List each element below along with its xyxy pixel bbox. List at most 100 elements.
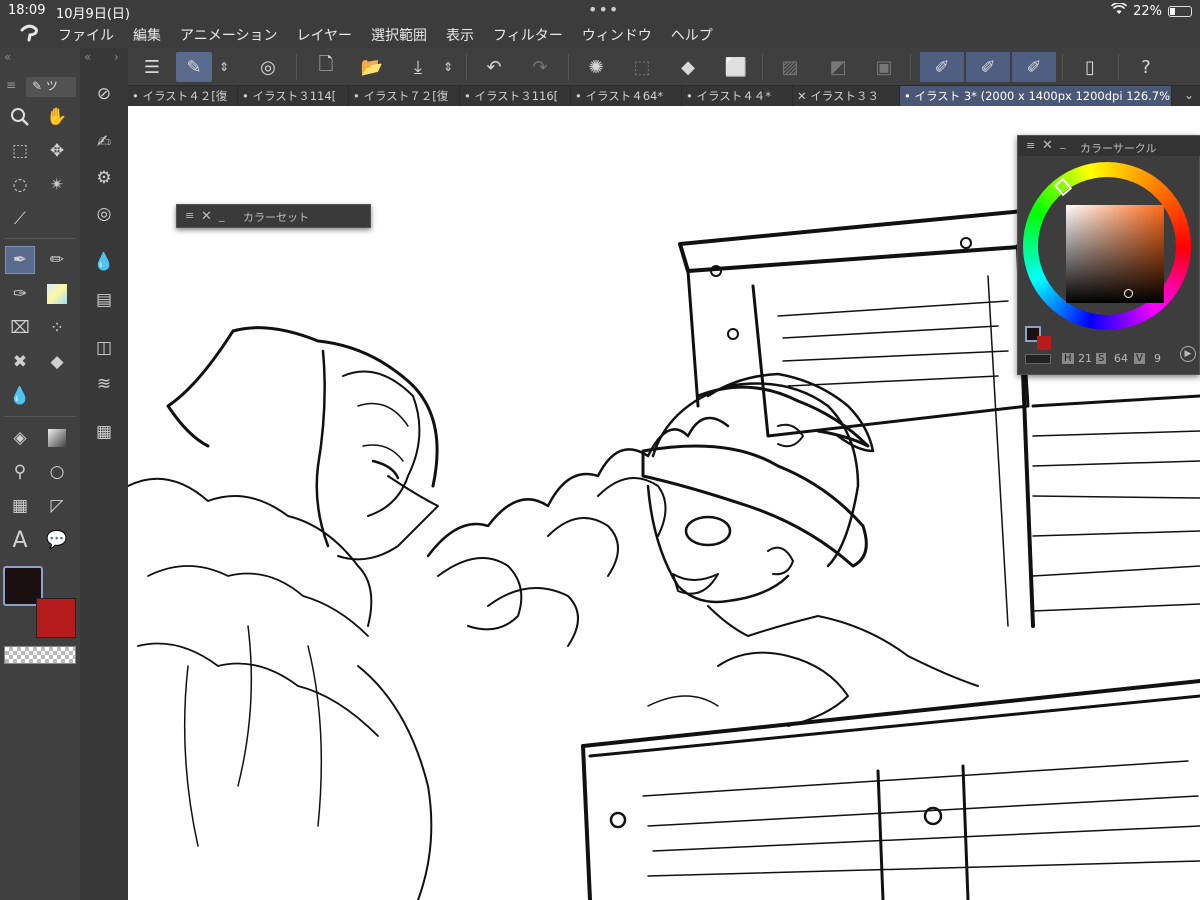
airbrush-tool-icon[interactable]: ⌧ [5, 314, 35, 342]
selection-border-icon[interactable]: ▣ [866, 52, 902, 82]
expand-icon[interactable]: › [114, 50, 119, 64]
filmstrip-icon[interactable]: ▤ [89, 286, 119, 314]
menu-file[interactable]: ファイル [58, 25, 114, 45]
stabilizer-icon[interactable]: ◎ [89, 200, 119, 228]
clear-icon[interactable]: ⬚ [624, 52, 660, 82]
loading-spinner-icon[interactable]: ✺ [578, 52, 614, 82]
snap-special-ruler-icon[interactable]: ✐ [966, 52, 1010, 82]
smartphone-icon[interactable]: ▯ [1072, 52, 1108, 82]
figure-tool-icon[interactable]: ⚲ [5, 458, 35, 486]
brush-settings-icon[interactable]: ⚙ [89, 164, 119, 192]
doc-tab[interactable]: • イラスト７２[復 [349, 86, 460, 106]
decoration-tool-icon[interactable] [42, 280, 72, 308]
transparent-color-swatch[interactable] [4, 646, 76, 664]
deselect-icon[interactable]: ▨ [772, 52, 808, 82]
fill-tool-icon[interactable]: ◈ [5, 424, 35, 452]
menu-help[interactable]: ヘルプ [671, 25, 713, 45]
collapse-right-icon[interactable]: « [84, 50, 91, 64]
zoom-tool-icon[interactable] [5, 103, 35, 131]
frame-tool-icon[interactable]: ▦ [5, 492, 35, 520]
pencil-tool-icon[interactable]: ✏ [42, 246, 72, 274]
close-icon[interactable]: ✕ [201, 209, 212, 224]
menu-layer[interactable]: レイヤー [296, 25, 352, 45]
color-set-panel[interactable]: ≡ ✕ _ カラーセット [176, 204, 371, 228]
move-layer-tool-icon[interactable]: ✥ [42, 137, 72, 165]
gradient-tool-icon[interactable] [42, 424, 72, 452]
color-wheel-title: カラーサークル [1080, 142, 1157, 155]
ruler-tool-icon[interactable]: ◸ [42, 492, 72, 520]
menu-window[interactable]: ウィンドウ [582, 25, 652, 45]
doc-tab[interactable]: • イラスト４２[復 [128, 86, 238, 106]
tool-palette-tab[interactable]: ✎ ツ [26, 77, 76, 97]
hand-tool-icon[interactable]: ✋ [42, 103, 72, 131]
invert-selection-icon[interactable]: ◩ [820, 52, 856, 82]
menu-animation[interactable]: アニメーション [180, 25, 277, 45]
eyedropper-tool-icon[interactable]: ⟋ [5, 205, 35, 233]
minimize-icon[interactable]: _ [219, 209, 225, 222]
snap-ruler-icon[interactable]: ✐ [920, 52, 964, 82]
material-icon[interactable]: ▦ [89, 418, 119, 446]
color-wheel-header[interactable]: ≡ ✕ _ カラーサークル [1018, 136, 1200, 156]
tool-palette-tab-label: ツ [45, 79, 58, 93]
lasso-tool-icon[interactable]: ◌ [5, 171, 35, 199]
help-icon[interactable]: ? [1128, 52, 1164, 82]
doc-tab[interactable]: • イラスト３116[ [460, 86, 571, 106]
battery-percent: 22% [1133, 3, 1162, 19]
brush-tool-icon[interactable]: ✑ [5, 280, 35, 308]
sub-color-mini-swatch[interactable] [1037, 336, 1051, 350]
app-logo-icon[interactable] [0, 23, 58, 48]
menu-selection[interactable]: 選択範囲 [371, 25, 427, 45]
menu-edit[interactable]: 編集 [133, 25, 161, 45]
new-file-icon[interactable]: 🗋 [308, 52, 344, 82]
fill-command-icon[interactable]: ◆ [670, 52, 706, 82]
ellipse-tool-icon[interactable]: ○ [42, 458, 72, 486]
expand-arrow-icon[interactable]: ▶ [1180, 346, 1196, 362]
correction-tool-icon[interactable]: ✖ [5, 348, 35, 376]
rotate-reset-icon[interactable]: ⊘ [89, 80, 119, 108]
panel-grip-icon[interactable]: ≡ [1026, 139, 1035, 152]
save-stepper-icon[interactable]: ⇕ [440, 52, 456, 82]
panel-menu-icon[interactable]: ≡ [6, 78, 16, 92]
ink-drops-icon[interactable]: 💧 [89, 248, 119, 276]
open-folder-icon[interactable]: 📂 [354, 52, 390, 82]
menu-view[interactable]: 表示 [446, 25, 474, 45]
doc-tab[interactable]: • イラスト４64* [571, 86, 682, 106]
pen-mode-icon[interactable]: ✎ [176, 52, 212, 82]
sv-picker-marker[interactable] [1124, 289, 1133, 298]
doc-tab-active[interactable]: • イラスト 3* (2000 x 1400px 1200dpi 126.7%) [900, 86, 1172, 106]
transform-icon[interactable]: ⬜ [718, 52, 754, 82]
menu-filter[interactable]: フィルター [493, 25, 563, 45]
doc-tab[interactable]: • イラスト３114[ [238, 86, 349, 106]
doc-tab[interactable]: • イラスト４４* [682, 86, 793, 106]
tool-palette: « ≡ ✎ ツ ✋ ⬚ ✥ ◌ ✴ ⟋ ✒ ✏ ✑ ⌧ ⁘ ✖ ◆ 💧 ◈ ⚲ … [0, 48, 80, 900]
snap-grid-icon[interactable]: ✐ [1012, 52, 1056, 82]
pen-tool-icon[interactable]: ✒ [5, 246, 35, 274]
eraser-tool-icon[interactable]: ◆ [42, 348, 72, 376]
color-mode-toggle[interactable] [1025, 354, 1051, 364]
operation-tool-icon[interactable]: ⬚ [5, 137, 35, 165]
collapse-left-icon[interactable]: « [4, 50, 11, 64]
undo-icon[interactable]: ↶ [476, 52, 512, 82]
redo-icon[interactable]: ↷ [522, 52, 558, 82]
pen-settings-icon[interactable]: ✍ [89, 128, 119, 156]
quick-access-icon[interactable]: ◎ [250, 52, 286, 82]
multitask-dots[interactable]: ••• [588, 0, 619, 19]
minimize-icon[interactable]: _ [1060, 136, 1066, 149]
blend-tool-icon[interactable]: 💧 [5, 382, 35, 410]
doc-tab[interactable]: ✕ イラスト３３ [793, 86, 900, 106]
magic-wand-tool-icon[interactable]: ✴ [42, 171, 72, 199]
text-tool-icon[interactable]: A [5, 526, 35, 554]
spray-tool-icon[interactable]: ⁘ [42, 314, 72, 342]
panel-grip-icon[interactable]: ≡ [185, 209, 194, 222]
saturation-value-square[interactable] [1066, 205, 1164, 303]
layer-property-icon[interactable]: ◫ [89, 334, 119, 362]
toolbar-separator [1062, 54, 1063, 80]
tabs-chevron-down-icon[interactable]: ⌄ [1184, 88, 1194, 102]
stepper-icon[interactable]: ⇕ [216, 52, 232, 82]
balloon-tool-icon[interactable]: 💬 [42, 526, 72, 554]
layers-icon[interactable]: ≋ [89, 370, 119, 398]
sub-color-swatch[interactable] [36, 598, 76, 638]
hamburger-menu-icon[interactable]: ☰ [134, 52, 170, 82]
close-icon[interactable]: ✕ [1042, 138, 1053, 153]
save-icon[interactable]: ⤓ [400, 52, 436, 82]
